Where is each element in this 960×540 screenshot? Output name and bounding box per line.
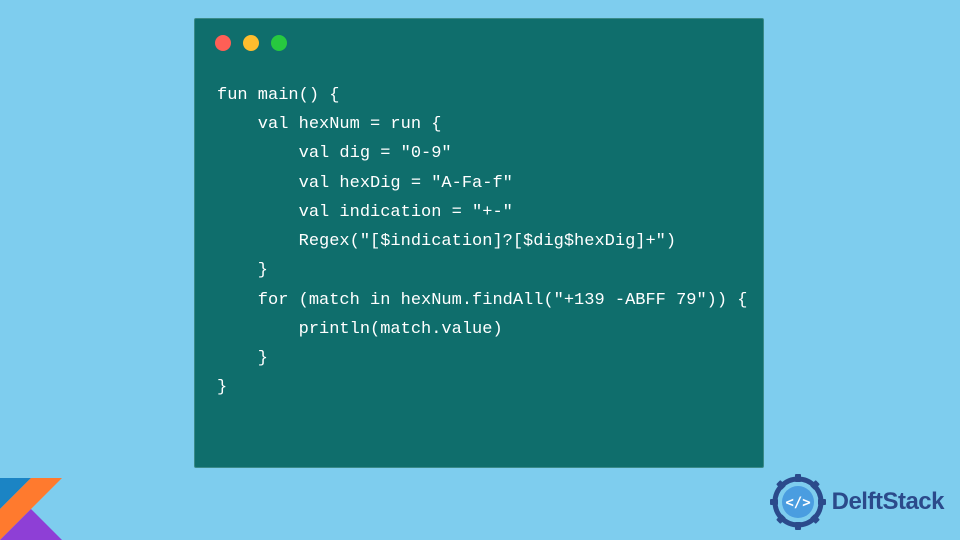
- delftstack-gear-icon: </>: [770, 474, 826, 530]
- svg-text:</>: </>: [785, 495, 810, 511]
- kotlin-logo-icon: [0, 478, 62, 540]
- brand-name: DelftStack: [832, 488, 944, 516]
- close-icon: [215, 35, 231, 51]
- maximize-icon: [271, 35, 287, 51]
- window-controls: [195, 19, 763, 63]
- code-window: fun main() { val hexNum = run { val dig …: [194, 18, 764, 468]
- code-block: fun main() { val hexNum = run { val dig …: [195, 63, 763, 421]
- minimize-icon: [243, 35, 259, 51]
- brand-logo: </> DelftStack: [770, 474, 944, 530]
